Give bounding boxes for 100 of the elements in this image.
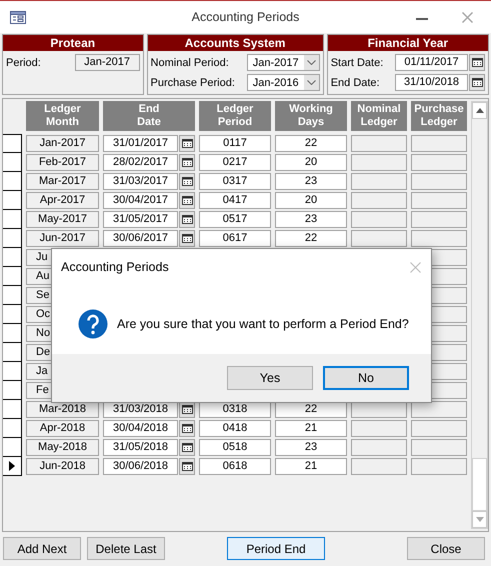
row-selector[interactable]: [3, 134, 22, 153]
row-selector[interactable]: [3, 210, 22, 229]
row-selector[interactable]: [3, 267, 22, 286]
table-cell[interactable]: 0117: [199, 135, 271, 152]
column-header: Ledger Month: [26, 101, 99, 131]
date-field[interactable]: 30/04/2017: [103, 192, 178, 209]
table-cell: Jun-2017: [26, 230, 99, 247]
table-cell: Feb-2017: [26, 154, 99, 171]
empty-cell: [351, 420, 407, 437]
empty-cell: [411, 439, 467, 456]
empty-cell: [411, 173, 467, 190]
table-cell[interactable]: 0518: [199, 439, 271, 456]
row-selector[interactable]: [3, 457, 22, 476]
column-header: Purchase Ledger: [411, 101, 467, 131]
row-selector[interactable]: [3, 438, 22, 457]
action-button[interactable]: Delete Last: [87, 537, 165, 560]
empty-cell: [351, 173, 407, 190]
empty-cell: [411, 192, 467, 209]
table-cell[interactable]: 0618: [199, 458, 271, 475]
date-field[interactable]: 31/05/2017: [103, 211, 178, 228]
calendar-icon[interactable]: [179, 439, 195, 456]
dropdown-field[interactable]: Jan-2016: [246, 74, 320, 91]
empty-cell: [411, 211, 467, 228]
scroll-up-icon[interactable]: [472, 102, 487, 119]
empty-cell: [411, 135, 467, 152]
empty-cell: [351, 439, 407, 456]
scrollbar[interactable]: [471, 101, 488, 529]
table-cell: Jan-2017: [26, 135, 99, 152]
calendar-icon[interactable]: [179, 420, 195, 437]
date-field[interactable]: 28/02/2017: [103, 154, 178, 171]
table-cell: Jun-2018: [26, 458, 99, 475]
row-selector[interactable]: [3, 419, 22, 438]
field-label: Start Date:: [330, 56, 384, 68]
table-cell[interactable]: 21: [275, 458, 347, 475]
form-icon: [10, 10, 26, 24]
calendar-icon[interactable]: [469, 54, 485, 71]
dialog-button[interactable]: No: [323, 366, 409, 390]
caret-icon[interactable]: [306, 80, 316, 85]
field-label: Period:: [6, 56, 41, 68]
row-selector[interactable]: [3, 324, 22, 343]
row-selector[interactable]: [3, 381, 22, 400]
panel-title: Protean: [3, 35, 143, 51]
table-cell[interactable]: 20: [275, 154, 347, 171]
date-field[interactable]: 31/05/2018: [103, 439, 178, 456]
table-cell[interactable]: 20: [275, 192, 347, 209]
table-cell[interactable]: 0517: [199, 211, 271, 228]
dialog-button[interactable]: Yes: [227, 366, 313, 390]
table-cell[interactable]: 23: [275, 211, 347, 228]
row-selector[interactable]: [3, 229, 22, 248]
row-selector[interactable]: [3, 362, 22, 381]
date-field[interactable]: 30/06/2018: [103, 458, 178, 475]
row-selector[interactable]: [3, 153, 22, 172]
table-cell: Apr-2017: [26, 192, 99, 209]
row-selector[interactable]: [3, 172, 22, 191]
dialog-message: Are you sure that you want to perform a Period End?: [117, 317, 409, 331]
row-selector[interactable]: [3, 343, 22, 362]
table-cell[interactable]: 21: [275, 420, 347, 437]
calendar-icon[interactable]: [179, 192, 195, 209]
empty-cell: [351, 154, 407, 171]
date-field[interactable]: 31/01/2017: [103, 135, 178, 152]
panel-title: Financial Year: [328, 35, 488, 51]
date-field[interactable]: 30/04/2018: [103, 420, 178, 437]
row-selector[interactable]: [3, 400, 22, 419]
table-cell[interactable]: 0417: [199, 192, 271, 209]
calendar-icon[interactable]: [179, 211, 195, 228]
table-cell: May-2017: [26, 211, 99, 228]
calendar-icon[interactable]: [179, 230, 195, 247]
calendar-icon[interactable]: [179, 154, 195, 171]
caret-icon[interactable]: [306, 60, 316, 65]
table-cell[interactable]: 23: [275, 173, 347, 190]
table-cell[interactable]: 0317: [199, 173, 271, 190]
empty-cell: [351, 458, 407, 475]
row-selector[interactable]: [3, 248, 22, 267]
calendar-icon[interactable]: [179, 173, 195, 190]
row-selector[interactable]: [3, 305, 22, 324]
date-field[interactable]: 31/03/2017: [103, 173, 178, 190]
date-field[interactable]: 01/11/2017: [395, 54, 468, 71]
table-cell[interactable]: 22: [275, 230, 347, 247]
row-selector[interactable]: [3, 286, 22, 305]
table-cell[interactable]: 0418: [199, 420, 271, 437]
calendar-icon[interactable]: [469, 74, 485, 91]
scroll-thumb[interactable]: [472, 458, 487, 511]
date-field[interactable]: 31/10/2018: [395, 74, 468, 91]
action-button[interactable]: Close: [407, 537, 485, 560]
table-cell[interactable]: 23: [275, 439, 347, 456]
action-button[interactable]: Add Next: [3, 537, 81, 560]
table-cell[interactable]: 0217: [199, 154, 271, 171]
empty-cell: [351, 135, 407, 152]
date-field[interactable]: 30/06/2017: [103, 230, 178, 247]
table-cell[interactable]: 22: [275, 135, 347, 152]
column-header: End Date: [103, 101, 195, 131]
table-cell: May-2018: [26, 439, 99, 456]
table-cell[interactable]: 0617: [199, 230, 271, 247]
field-label: Purchase Period:: [150, 76, 235, 88]
row-selector[interactable]: [3, 191, 22, 210]
calendar-icon[interactable]: [179, 135, 195, 152]
action-button[interactable]: Period End: [227, 537, 325, 560]
dropdown-field[interactable]: Jan-2017: [246, 54, 320, 71]
calendar-icon[interactable]: [179, 458, 195, 475]
value-field: Jan-2017: [74, 54, 140, 71]
